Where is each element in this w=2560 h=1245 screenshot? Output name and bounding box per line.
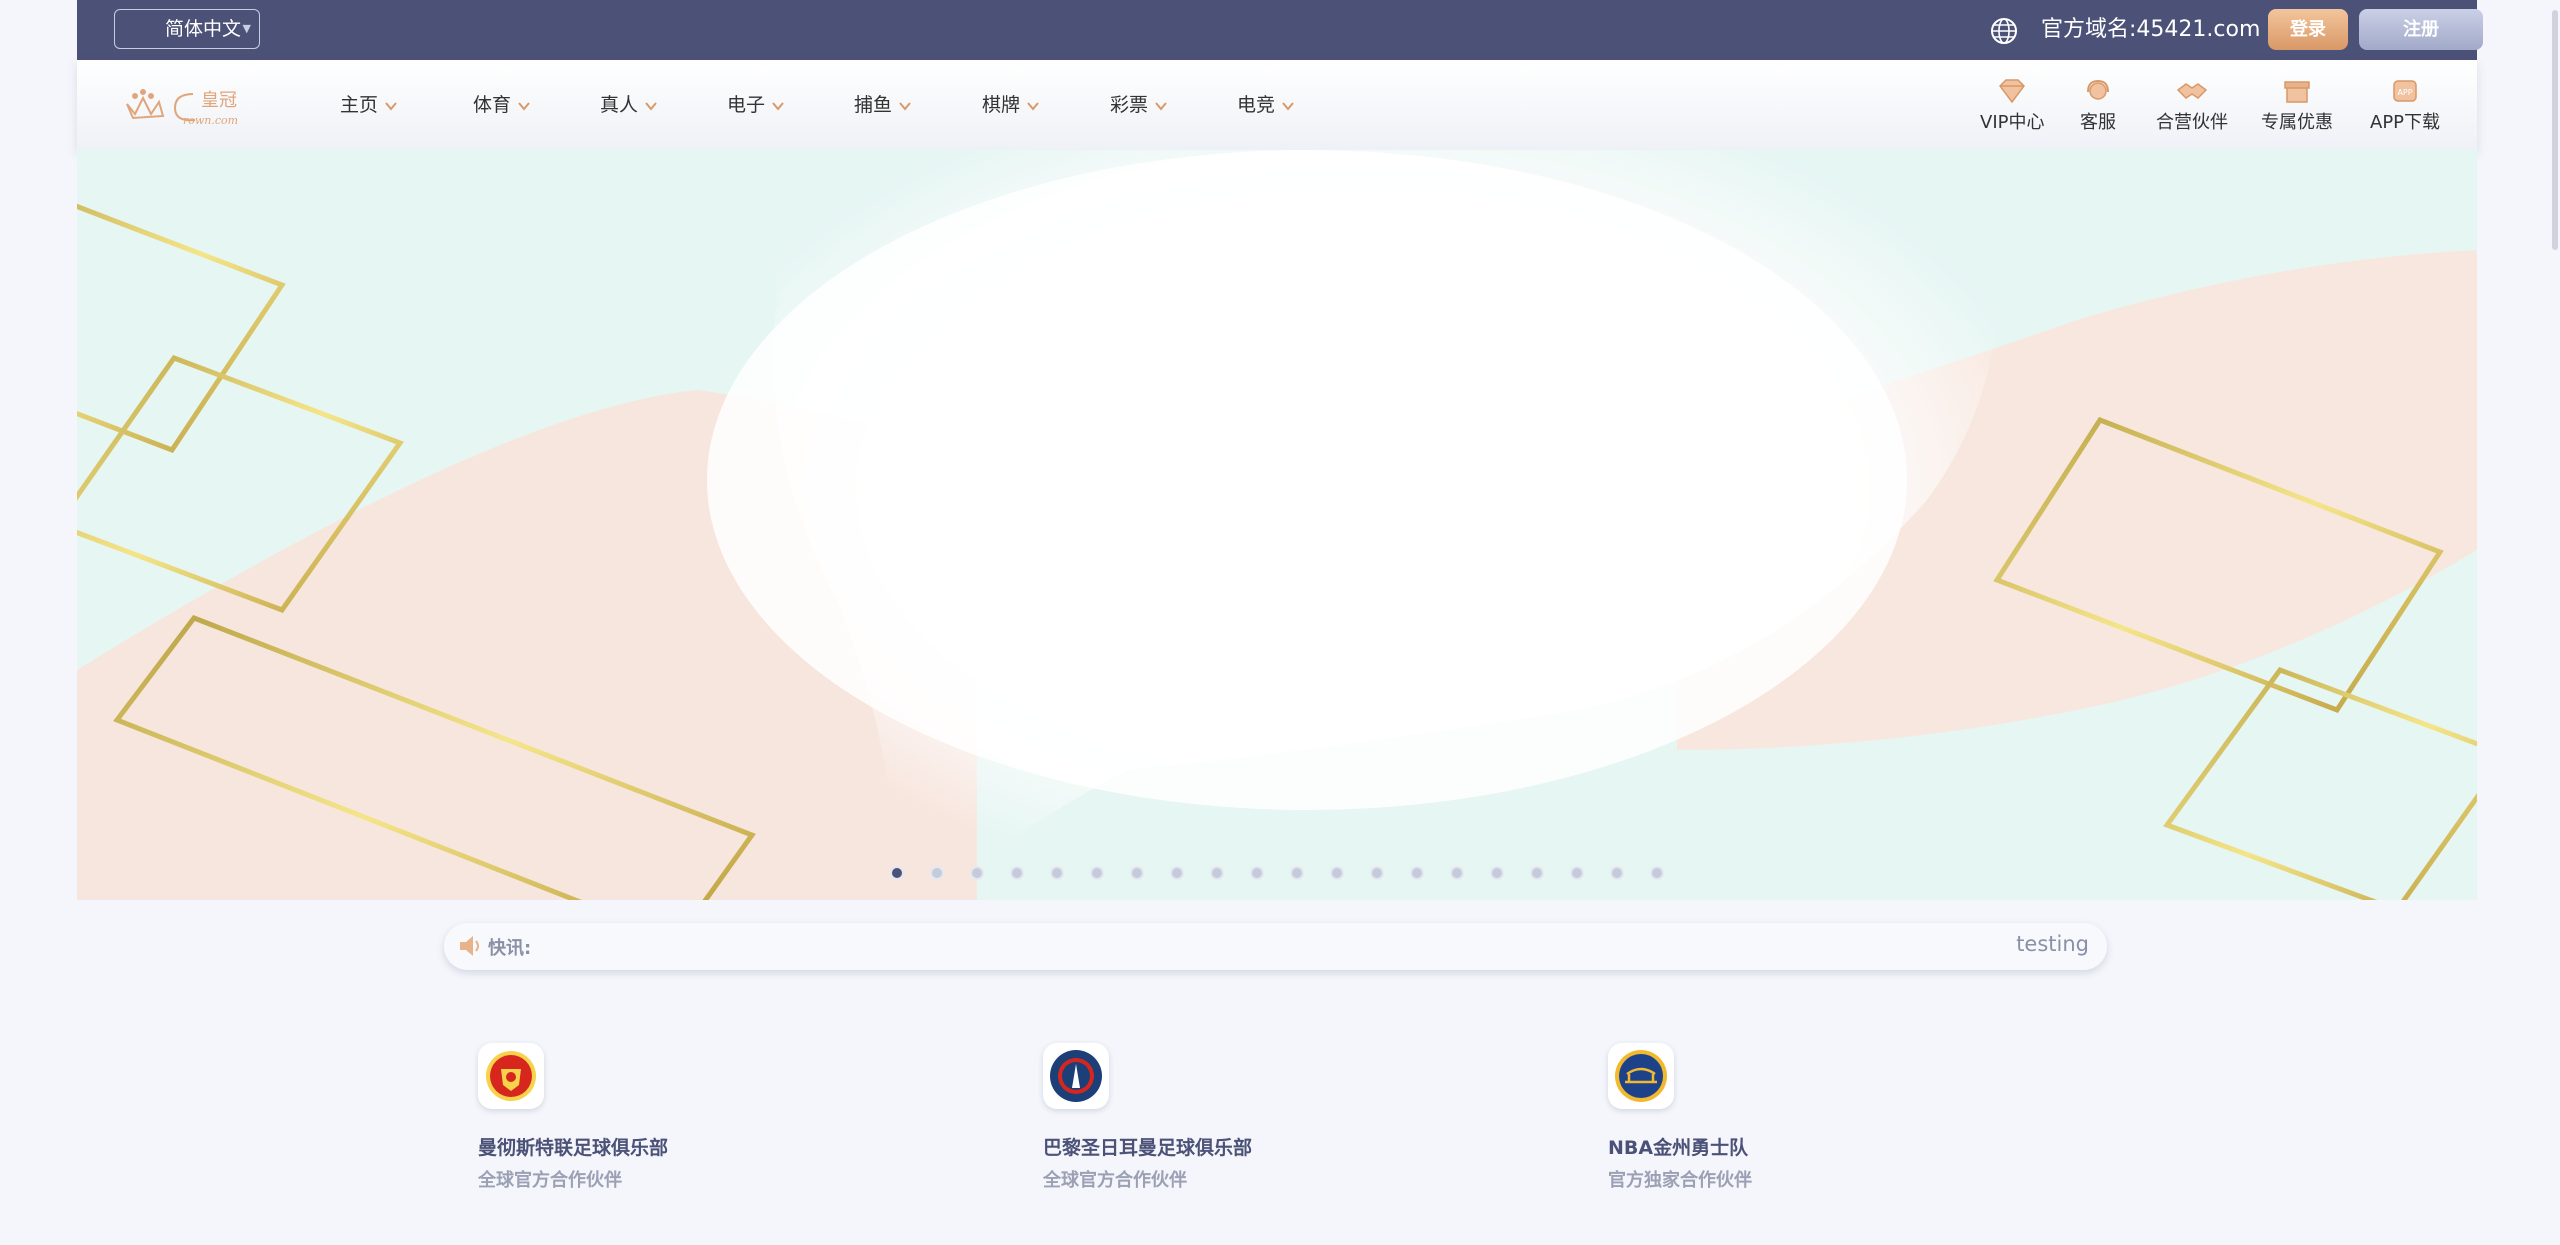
banner-dot[interactable]	[970, 866, 984, 880]
partner-subtitle: 官方独家合作伙伴	[1608, 1170, 1752, 1191]
crown-logo[interactable]: 皇冠 rown.com	[123, 84, 273, 128]
customer-service-link[interactable]: 客服	[2080, 78, 2116, 134]
page-scrollbar[interactable]	[2548, 0, 2560, 1245]
banner-dot[interactable]	[1610, 866, 1624, 880]
ticker-message: testing	[2016, 932, 2089, 956]
app-icon: APP	[2393, 80, 2417, 102]
main-nav: 皇冠 rown.com 主页 体育 真人 电子 捕鱼 棋牌 彩票 电竞 VIP中…	[77, 60, 2477, 150]
banner-dot[interactable]	[1650, 866, 1664, 880]
banner-dot[interactable]	[1570, 866, 1584, 880]
headset-icon	[2087, 79, 2109, 100]
chevron-down-icon	[899, 101, 911, 111]
banner-dot[interactable]	[1410, 866, 1424, 880]
banner-dot[interactable]	[1170, 866, 1184, 880]
svg-text:rown.com: rown.com	[183, 114, 238, 127]
vip-center-link[interactable]: VIP中心	[1980, 78, 2044, 134]
banner-dot[interactable]	[1130, 866, 1144, 880]
banner-dot[interactable]	[1290, 866, 1304, 880]
banner-pagination	[77, 866, 2477, 880]
login-button[interactable]: 登录	[2268, 9, 2348, 50]
partner-card[interactable]: 曼彻斯特联足球俱乐部 全球官方合作伙伴	[478, 1043, 878, 1192]
partner-name: 曼彻斯特联足球俱乐部	[478, 1137, 669, 1159]
banner-dot[interactable]	[1010, 866, 1024, 880]
nav-item-sports[interactable]: 体育	[473, 92, 531, 118]
chevron-down-icon	[518, 101, 530, 111]
banner-dot[interactable]	[1450, 866, 1464, 880]
official-domain-text: 官方域名:45421.com	[2041, 17, 2261, 42]
language-label: 简体中文	[165, 18, 242, 40]
banner-dot[interactable]	[1210, 866, 1224, 880]
psg-crest-icon	[1043, 1043, 1109, 1109]
gift-icon	[2284, 81, 2310, 103]
banner-dot[interactable]	[890, 866, 904, 880]
golden-state-warriors-icon	[1608, 1043, 1674, 1109]
banner-dot[interactable]	[1330, 866, 1344, 880]
banner-dot[interactable]	[930, 866, 944, 880]
chevron-down-icon	[1027, 101, 1039, 111]
nav-item-esports[interactable]: 电竞	[1237, 92, 1295, 118]
diamond-icon	[1999, 79, 2026, 104]
nav-item-slots[interactable]: 电子	[727, 92, 785, 118]
banner-dot[interactable]	[1050, 866, 1064, 880]
nav-item-fishing[interactable]: 捕鱼	[854, 92, 912, 118]
language-select[interactable]: 简体中文 ▼	[114, 9, 260, 49]
partner-subtitle: 全球官方合作伙伴	[1043, 1170, 1187, 1191]
partner-subtitle: 全球官方合作伙伴	[478, 1170, 622, 1191]
nav-item-home[interactable]: 主页	[340, 92, 398, 118]
register-button[interactable]: 注册	[2359, 9, 2483, 50]
nav-item-chess[interactable]: 棋牌	[982, 92, 1040, 118]
promotions-link[interactable]: 专属优惠	[2261, 78, 2333, 134]
partner-card[interactable]: 巴黎圣日耳曼足球俱乐部 全球官方合作伙伴	[1043, 1043, 1443, 1192]
chevron-down-icon	[645, 101, 657, 111]
chevron-down-icon	[772, 101, 784, 111]
banner-dot[interactable]	[1250, 866, 1264, 880]
nav-item-live[interactable]: 真人	[600, 92, 658, 118]
globe-icon	[1991, 18, 2017, 44]
banner-dot[interactable]	[1530, 866, 1544, 880]
chevron-down-icon	[385, 101, 397, 111]
partners-link[interactable]: 合营伙伴	[2156, 78, 2228, 134]
banner-dot[interactable]	[1370, 866, 1384, 880]
banner-dot[interactable]	[1090, 866, 1104, 880]
hero-banner[interactable]	[77, 150, 2477, 900]
handshake-icon	[2176, 83, 2208, 99]
banner-dot[interactable]	[1490, 866, 1504, 880]
top-bar: 简体中文 ▼ 官方域名:45421.com 登录 注册	[77, 0, 2483, 60]
app-download-link[interactable]: APP APP下载	[2370, 78, 2440, 134]
manchester-united-crest-icon	[478, 1043, 544, 1109]
svg-text:APP: APP	[2397, 88, 2412, 97]
partner-name: NBA金州勇士队	[1608, 1137, 1749, 1159]
chevron-down-icon	[1155, 101, 1167, 111]
page-frame: 简体中文 ▼ 官方域名:45421.com 登录 注册 皇冠 rown.com	[77, 0, 2483, 1245]
ticker-label: 快讯:	[488, 938, 532, 959]
speaker-icon	[460, 936, 479, 956]
partner-name: 巴黎圣日耳曼足球俱乐部	[1043, 1137, 1253, 1159]
chevron-down-icon	[1282, 101, 1294, 111]
logo-text: 皇冠	[201, 90, 237, 111]
partner-card[interactable]: NBA金州勇士队 官方独家合作伙伴	[1608, 1043, 2008, 1192]
chevron-down-icon: ▼	[242, 22, 251, 35]
banner-background	[77, 150, 2477, 900]
scrollbar-thumb[interactable]	[2552, 10, 2558, 250]
news-ticker[interactable]: 快讯: testing	[444, 923, 2107, 970]
nav-item-lottery[interactable]: 彩票	[1110, 92, 1168, 118]
